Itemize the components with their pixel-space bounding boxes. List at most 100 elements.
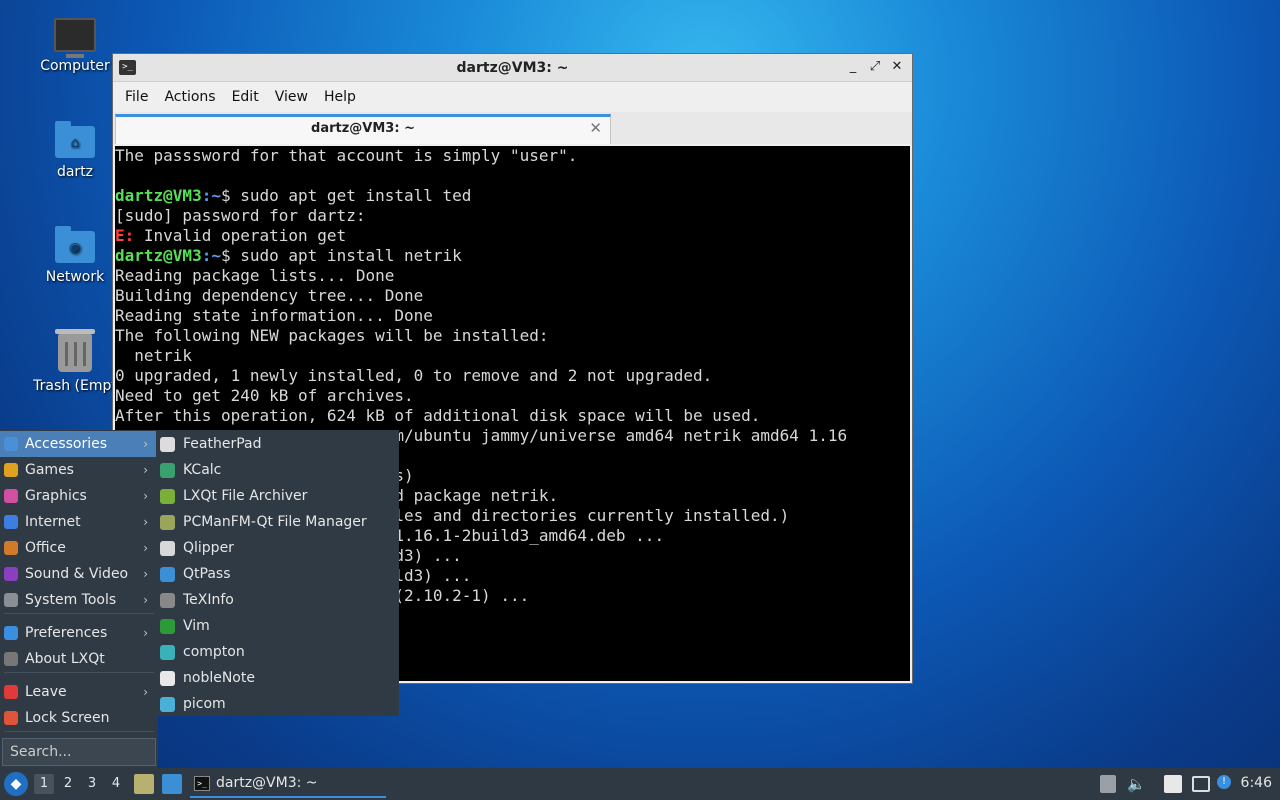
vim-icon xyxy=(160,618,175,634)
accessories-submenu: FeatherPad KCalc LXQt File Archiver PCManFM… xyxy=(157,430,399,716)
submenu-item-lxqt-file-archiver[interactable]: LXQt File Archiver xyxy=(157,483,399,509)
tab-close-icon[interactable]: ✕ xyxy=(589,119,602,137)
menu-item-lock-screen[interactable]: Lock Screen xyxy=(0,705,156,731)
taskbar: ◆ 1 2 3 4 >_ dartz@VM3: ~ 🔈 ! 6:46 xyxy=(0,768,1280,800)
chevron-right-icon: › xyxy=(143,626,148,640)
workspace-3[interactable]: 3 xyxy=(82,774,102,794)
submenu-item-qlipper[interactable]: Qlipper xyxy=(157,535,399,561)
menu-item-preferences[interactable]: Preferences › xyxy=(0,620,156,646)
terminal-tab[interactable]: dartz@VM3: ~ ✕ xyxy=(115,114,611,144)
menu-item-accessories[interactable]: Accessories › xyxy=(0,431,156,457)
menu-item-label: Office xyxy=(25,540,66,556)
menu-item-label: Preferences xyxy=(25,625,108,641)
submenu-item-label: LXQt File Archiver xyxy=(183,488,308,504)
chevron-right-icon: › xyxy=(143,515,148,529)
line-text: Need to get 240 kB of archives. xyxy=(115,386,414,405)
submenu-item-label: Vim xyxy=(183,618,210,634)
menu-item-system-tools[interactable]: System Tools › xyxy=(0,587,156,613)
menu-edit[interactable]: Edit xyxy=(224,89,267,105)
workspace-1[interactable]: 1 xyxy=(34,774,54,794)
maximize-button[interactable]: ⤢ xyxy=(866,58,884,76)
desktop-icon-trash[interactable]: Trash (Empt xyxy=(30,329,120,394)
qlipper-icon xyxy=(160,540,175,556)
menu-item-leave[interactable]: Leave › xyxy=(0,679,156,705)
chevron-right-icon: › xyxy=(143,463,148,477)
terminal-line: The passsword for that account is simply… xyxy=(115,146,910,166)
tab-bar: dartz@VM3: ~ ✕ xyxy=(113,112,912,144)
texinfo-icon xyxy=(160,592,175,608)
submenu-item-compton[interactable]: compton xyxy=(157,639,399,665)
picom-icon xyxy=(160,696,175,712)
close-button[interactable]: ✕ xyxy=(888,58,906,76)
submenu-item-featherpad[interactable]: FeatherPad xyxy=(157,431,399,457)
line-text: Reading state information... Done xyxy=(115,306,433,325)
line-text: [sudo] password for dartz: xyxy=(115,206,366,225)
submenu-item-vim[interactable]: Vim xyxy=(157,613,399,639)
submenu-item-label: QtPass xyxy=(183,566,231,582)
tray-updates-icon[interactable] xyxy=(1100,775,1116,793)
computer-icon xyxy=(54,18,96,58)
menu-item-label: Leave xyxy=(25,684,67,700)
menu-item-about-lxqt[interactable]: About LXQt xyxy=(0,646,156,672)
submenu-item-texinfo[interactable]: TeXInfo xyxy=(157,587,399,613)
menu-item-sound-video[interactable]: Sound & Video › xyxy=(0,561,156,587)
menu-actions[interactable]: Actions xyxy=(156,89,223,105)
notification-icon[interactable]: ! xyxy=(1217,775,1231,789)
submenu-item-label: PCManFM-Qt File Manager xyxy=(183,514,367,530)
submenu-item-kcalc[interactable]: KCalc xyxy=(157,457,399,483)
menu-item-internet[interactable]: Internet › xyxy=(0,509,156,535)
terminal-line: netrik xyxy=(115,346,910,366)
start-menu-button[interactable]: ◆ xyxy=(4,772,28,796)
workspace-2[interactable]: 2 xyxy=(58,774,78,794)
menu-item-graphics[interactable]: Graphics › xyxy=(0,483,156,509)
clipboard-icon[interactable] xyxy=(1164,775,1182,793)
volume-icon[interactable]: 🔈 xyxy=(1127,773,1146,795)
menu-help[interactable]: Help xyxy=(316,89,364,105)
accessories-icon xyxy=(4,437,18,451)
submenu-item-label: FeatherPad xyxy=(183,436,262,452)
menu-search-input[interactable]: Search... xyxy=(2,738,156,766)
menu-item-label: Graphics xyxy=(25,488,87,504)
prompt-user: dartz@VM3 xyxy=(115,186,202,205)
line-text: Invalid operation get xyxy=(134,226,347,245)
submenu-item-picom[interactable]: picom xyxy=(157,691,399,717)
network-folder-icon: ◉ xyxy=(55,226,95,263)
network-tray-icon[interactable] xyxy=(1192,776,1210,792)
minimize-button[interactable]: _ xyxy=(844,58,862,76)
submenu-item-qtpass[interactable]: QtPass xyxy=(157,561,399,587)
menu-view[interactable]: View xyxy=(267,89,316,105)
terminal-line: Reading package lists... Done xyxy=(115,266,910,286)
submenu-item-noblenote[interactable]: nobleNote xyxy=(157,665,399,691)
taskbar-task-terminal[interactable]: >_ dartz@VM3: ~ xyxy=(190,770,386,798)
desktop-icon-computer[interactable]: Computer xyxy=(30,18,120,74)
file-manager-launcher-icon[interactable] xyxy=(134,774,154,794)
show-desktop-icon[interactable] xyxy=(162,774,182,794)
kcalc-icon xyxy=(160,462,175,478)
menu-item-label: Internet xyxy=(25,514,81,530)
file-manager-icon xyxy=(160,514,175,530)
menu-item-label: Lock Screen xyxy=(25,710,110,726)
menu-item-office[interactable]: Office › xyxy=(0,535,156,561)
compton-icon xyxy=(160,644,175,660)
chevron-right-icon: › xyxy=(143,685,148,699)
clock[interactable]: 6:46 xyxy=(1241,775,1272,791)
desktop-icon-home[interactable]: ⌂ dartz xyxy=(30,121,120,180)
submenu-item-pcmanfm-qt-file-manager[interactable]: PCManFM-Qt File Manager xyxy=(157,509,399,535)
desktop-icon-network[interactable]: ◉ Network xyxy=(30,226,120,285)
chevron-right-icon: › xyxy=(143,593,148,607)
terminal-line: Building dependency tree... Done xyxy=(115,286,910,306)
window-titlebar[interactable]: >_ dartz@VM3: ~ _ ⤢ ✕ xyxy=(113,54,912,82)
terminal-line: After this operation, 624 kB of addition… xyxy=(115,406,910,426)
error-prefix: E: xyxy=(115,226,135,245)
system-tools-icon xyxy=(4,593,18,607)
qtpass-icon xyxy=(160,566,175,582)
line-text: Building dependency tree... Done xyxy=(115,286,424,305)
workspace-4[interactable]: 4 xyxy=(106,774,126,794)
archiver-icon xyxy=(160,488,175,504)
sound-video-icon xyxy=(4,567,18,581)
terminal-line: [sudo] password for dartz: xyxy=(115,206,910,226)
desktop-icon-label: dartz xyxy=(56,164,94,180)
menu-item-games[interactable]: Games › xyxy=(0,457,156,483)
line-text: netrik xyxy=(115,346,193,365)
menu-file[interactable]: File xyxy=(117,89,156,105)
